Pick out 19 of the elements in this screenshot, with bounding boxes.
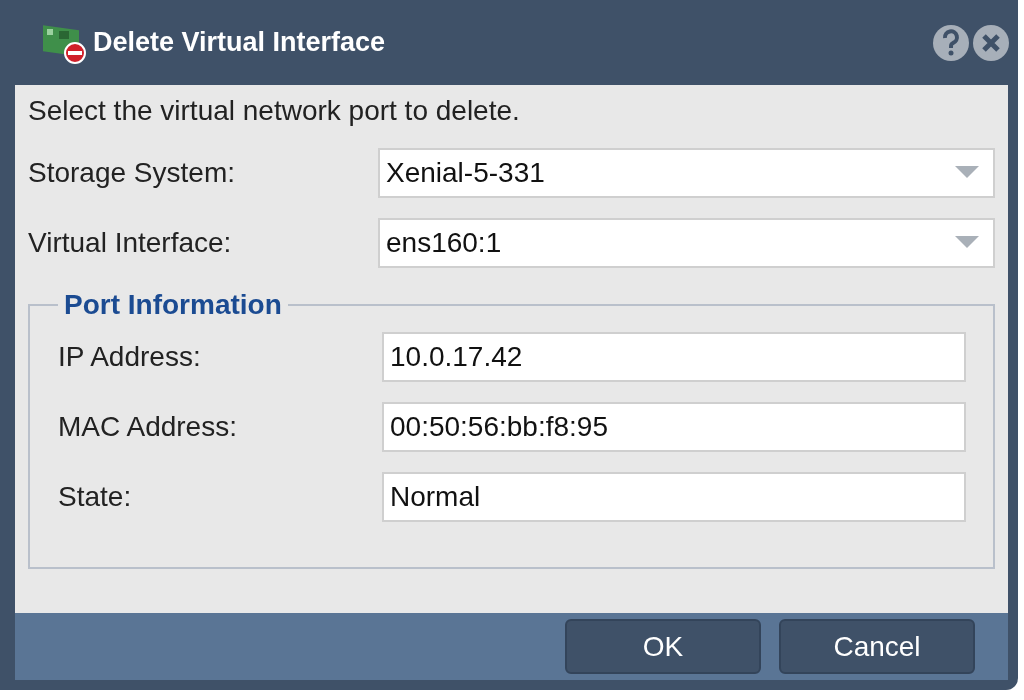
ok-button[interactable]: OK [565,619,761,674]
dropdown-caret-icon[interactable] [955,166,979,180]
section-legend: Port Information [58,289,288,321]
window-title: Delete Virtual Interface [93,27,386,58]
text-field[interactable]: 00:50:56:bb:f8:95 [382,402,966,452]
field-label: Virtual Interface: [28,227,233,259]
dropdown-caret-icon[interactable] [955,236,979,250]
field-label: Storage System: [28,157,236,189]
text-field[interactable]: Normal [382,472,966,522]
text-field[interactable]: 10.0.17.42 [382,332,966,382]
close-icon[interactable] [972,23,1010,62]
cancel-button[interactable]: Cancel [779,619,975,674]
field-label: State: [58,481,133,513]
instruction-text: Select the virtual network port to delete. [28,95,521,128]
field-label: IP Address: [58,341,202,373]
help-icon[interactable] [932,23,970,62]
dropdown-field[interactable]: ens160:1 [378,218,995,268]
field-label: MAC Address: [58,411,238,443]
dropdown-field[interactable]: Xenial-5-331 [378,148,995,198]
